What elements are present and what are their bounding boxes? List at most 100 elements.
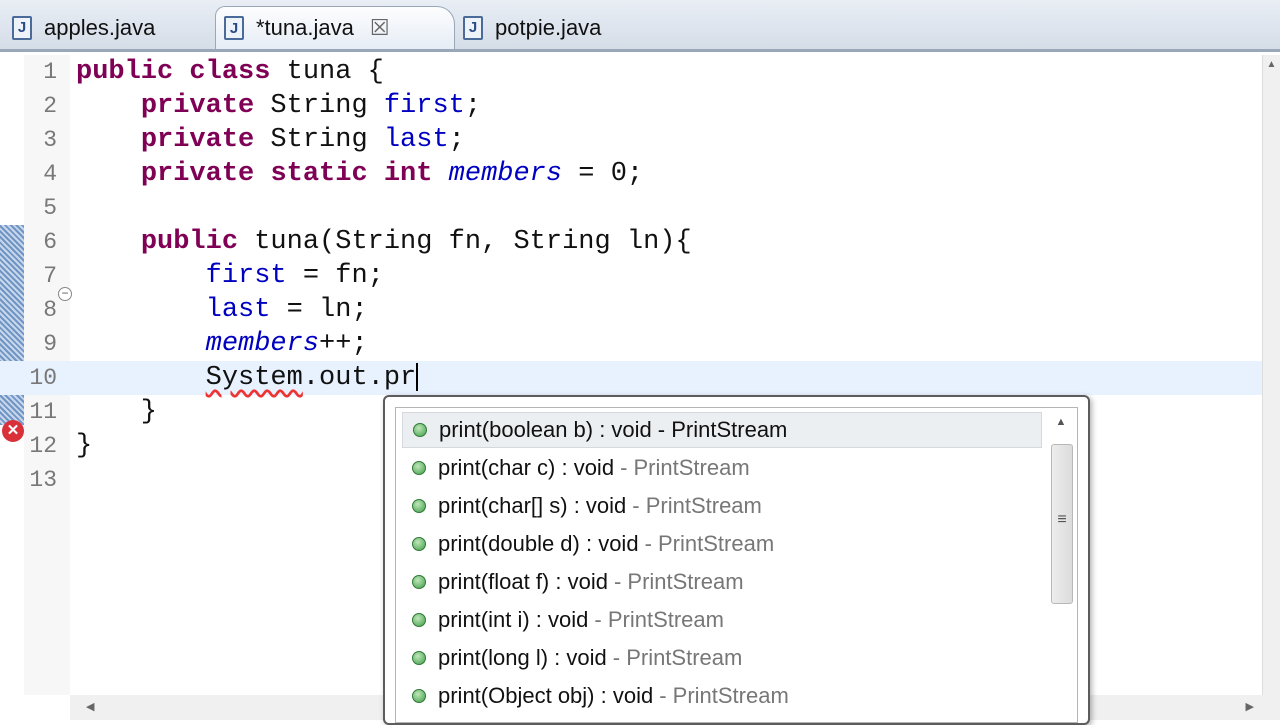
code-token: = ln; <box>270 295 368 325</box>
line-number: 3 <box>43 127 57 153</box>
code-line[interactable]: 5 <box>0 191 1262 225</box>
error-icon[interactable]: ✕ <box>2 420 24 442</box>
code-token: members <box>205 329 320 359</box>
code-token: private <box>140 91 255 121</box>
code-token: first <box>205 261 287 291</box>
scroll-up-icon[interactable]: ▲ <box>1263 59 1280 70</box>
code-token: first <box>383 91 465 121</box>
code-token: = fn; <box>286 261 384 291</box>
completion-signature: print(Object obj) : void <box>438 683 654 708</box>
code-token: System <box>205 363 303 394</box>
code-line[interactable]: 10 System.out.pr <box>0 361 1262 395</box>
code-token: private <box>140 125 255 155</box>
tab-tunajava[interactable]: J *tuna.java ☒ <box>215 6 455 49</box>
completion-item[interactable]: print(float f) : void - PrintStream <box>402 564 1042 600</box>
code-line[interactable]: 9 members++; <box>0 327 1262 361</box>
code-text: members++; <box>76 329 368 359</box>
java-file-icon: J <box>224 16 244 40</box>
public-method-icon <box>412 575 426 589</box>
code-text: first = fn; <box>76 261 384 291</box>
line-number: 11 <box>29 399 57 425</box>
popup-scrollbar[interactable]: ▲ ≡ <box>1047 410 1075 710</box>
vertical-scrollbar[interactable]: ▲ <box>1262 55 1280 695</box>
completion-item[interactable]: print(int i) : void - PrintStream <box>402 602 1042 638</box>
public-method-icon <box>412 689 426 703</box>
completion-item[interactable]: print(char[] s) : void - PrintStream <box>402 488 1042 524</box>
line-number: 1 <box>43 59 57 85</box>
code-text: } <box>76 397 157 427</box>
public-method-icon <box>412 537 426 551</box>
public-method-icon <box>412 651 426 665</box>
completion-item[interactable]: print(long l) : void - PrintStream <box>402 640 1042 676</box>
code-token: String <box>254 91 384 121</box>
code-text: public tuna(String fn, String ln){ <box>76 227 692 257</box>
code-token: ++; <box>319 329 368 359</box>
tab-label: apples.java <box>44 14 156 40</box>
completion-signature: print(long l) : void <box>438 645 607 670</box>
line-number: 8 <box>43 297 57 323</box>
tab-potpiejava[interactable]: Jpotpie.java <box>455 6 655 49</box>
code-text: System.out.pr <box>76 362 419 394</box>
code-text: private String last; <box>76 125 465 155</box>
code-token: ; <box>448 125 465 155</box>
completion-signature: print(char c) : void <box>438 455 615 480</box>
code-token: String <box>254 125 384 155</box>
code-line[interactable]: 6 public tuna(String fn, String ln){ <box>0 225 1262 259</box>
code-token: private <box>140 159 255 189</box>
completion-item[interactable]: print(double d) : void - PrintStream <box>402 526 1042 562</box>
code-line[interactable]: 4 private static int members = 0; <box>0 157 1262 191</box>
scroll-right-icon[interactable]: ▶ <box>1246 700 1254 713</box>
code-text: private static int members = 0; <box>76 159 643 189</box>
code-token: static <box>270 159 368 189</box>
line-number: 4 <box>43 161 57 187</box>
public-method-icon <box>413 423 427 437</box>
completion-owner: - PrintStream <box>613 569 744 594</box>
completion-signature: print(double d) : void <box>438 531 639 556</box>
line-number: 12 <box>29 433 57 459</box>
code-token: class <box>189 57 271 87</box>
popup-scroll-thumb[interactable]: ≡ <box>1051 444 1073 604</box>
completion-owner: - PrintStream <box>594 607 724 632</box>
code-token: } <box>76 431 93 461</box>
text-caret <box>416 362 419 391</box>
completion-signature: print(char[] s) : void <box>438 493 627 518</box>
code-line[interactable]: 2 private String first; <box>0 89 1262 123</box>
code-token: .out.pr <box>302 363 417 394</box>
scroll-left-icon[interactable]: ◀ <box>86 700 94 713</box>
code-token: tuna { <box>270 57 384 87</box>
code-line[interactable]: 3 private String last; <box>0 123 1262 157</box>
public-method-icon <box>412 461 426 475</box>
content-assist-popup: print(boolean b) : void - PrintStream prin… <box>383 395 1090 725</box>
grip-icon: ≡ <box>1057 511 1067 528</box>
completion-item[interactable]: print(char c) : void - PrintStream <box>402 450 1042 486</box>
popup-scroll-up-icon[interactable]: ▲ <box>1047 416 1075 428</box>
code-token: last <box>205 295 271 325</box>
fold-collapse-icon[interactable]: − <box>58 287 72 301</box>
editor-tab-bar: Japples.java J *tuna.java ☒ Jpotpie.java <box>0 0 1280 52</box>
completion-signature: print(int i) : void <box>438 607 589 632</box>
code-token: public <box>76 57 174 87</box>
public-method-icon <box>412 499 426 513</box>
tab-label: potpie.java <box>495 14 602 40</box>
code-line[interactable]: 8 last = ln; <box>0 293 1262 327</box>
close-tab-icon[interactable]: ☒ <box>370 15 390 41</box>
code-line[interactable]: 1 public class tuna { <box>0 55 1262 89</box>
code-token: tuna(String fn, String ln){ <box>238 227 692 257</box>
tab-label: *tuna.java <box>256 15 354 40</box>
java-file-icon: J <box>463 15 483 40</box>
code-token: last <box>383 125 449 155</box>
tab-applesjava[interactable]: Japples.java <box>4 6 204 49</box>
completion-item[interactable]: print(boolean b) : void - PrintStream <box>402 412 1042 448</box>
line-number: 9 <box>43 331 57 357</box>
code-line[interactable]: 7 first = fn; <box>0 259 1262 293</box>
completion-owner: - PrintStream <box>644 531 775 556</box>
completion-item[interactable]: print(Object obj) : void - PrintStream <box>402 678 1042 714</box>
